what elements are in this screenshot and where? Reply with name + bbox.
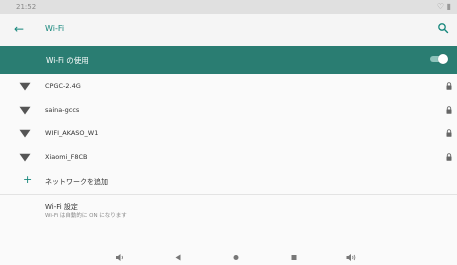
recents-square-icon[interactable] — [288, 252, 300, 263]
status-time: 21:52 — [16, 3, 37, 11]
wifi-settings-subtitle: Wi-Fi は自動的に ON になります — [45, 213, 127, 219]
network-list: CPGC-2.4G saina-gccs WIFI_AKASO_W1 Xiaom… — [0, 74, 457, 168]
lock-icon — [446, 152, 452, 161]
back-arrow-icon[interactable]: ← — [14, 22, 24, 36]
network-item[interactable]: saina-gccs — [0, 98, 457, 122]
wifi-settings-item[interactable]: Wi-Fi 設定 Wi-Fi は自動的に ON になります — [0, 195, 457, 225]
lock-icon — [446, 82, 452, 90]
wifi-signal-icon — [19, 129, 31, 138]
wifi-signal-icon — [19, 153, 31, 161]
network-ssid: CPGC-2.4G — [45, 82, 81, 90]
volume-down-icon[interactable] — [114, 252, 126, 263]
add-network-button[interactable]: + ネットワークを追加 — [0, 168, 457, 195]
home-circle-icon[interactable] — [230, 252, 242, 263]
wifi-master-toggle-row[interactable]: Wi-Fi の使用 — [0, 46, 457, 74]
network-ssid: WIFI_AKASO_W1 — [45, 129, 99, 137]
network-ssid: Xiaomi_F8CB — [45, 152, 88, 161]
wifi-master-label: Wi-Fi の使用 — [46, 56, 89, 65]
status-icons: ♡ ▮ — [436, 2, 451, 11]
wifi-toggle-switch[interactable] — [430, 54, 448, 64]
add-network-label: ネットワークを追加 — [45, 178, 108, 186]
network-ssid: saina-gccs — [45, 105, 80, 114]
plus-icon: + — [23, 173, 33, 186]
lock-icon — [446, 105, 452, 114]
search-icon[interactable] — [437, 22, 449, 34]
wifi-signal-icon — [19, 82, 31, 91]
wifi-signal-icon — [19, 106, 31, 114]
network-item[interactable]: CPGC-2.4G — [0, 74, 457, 98]
app-toolbar: ← Wi-Fi — [0, 14, 457, 48]
volume-up-icon[interactable] — [345, 252, 357, 263]
page-title: Wi-Fi — [45, 24, 65, 33]
lock-icon — [446, 129, 452, 137]
back-triangle-icon[interactable] — [172, 252, 184, 263]
network-item[interactable]: Xiaomi_F8CB — [0, 145, 457, 169]
toggle-thumb — [438, 54, 448, 64]
navigation-bar — [0, 250, 457, 265]
network-item[interactable]: WIFI_AKASO_W1 — [0, 121, 457, 145]
status-bar: 21:52 ♡ ▮ — [0, 0, 457, 14]
